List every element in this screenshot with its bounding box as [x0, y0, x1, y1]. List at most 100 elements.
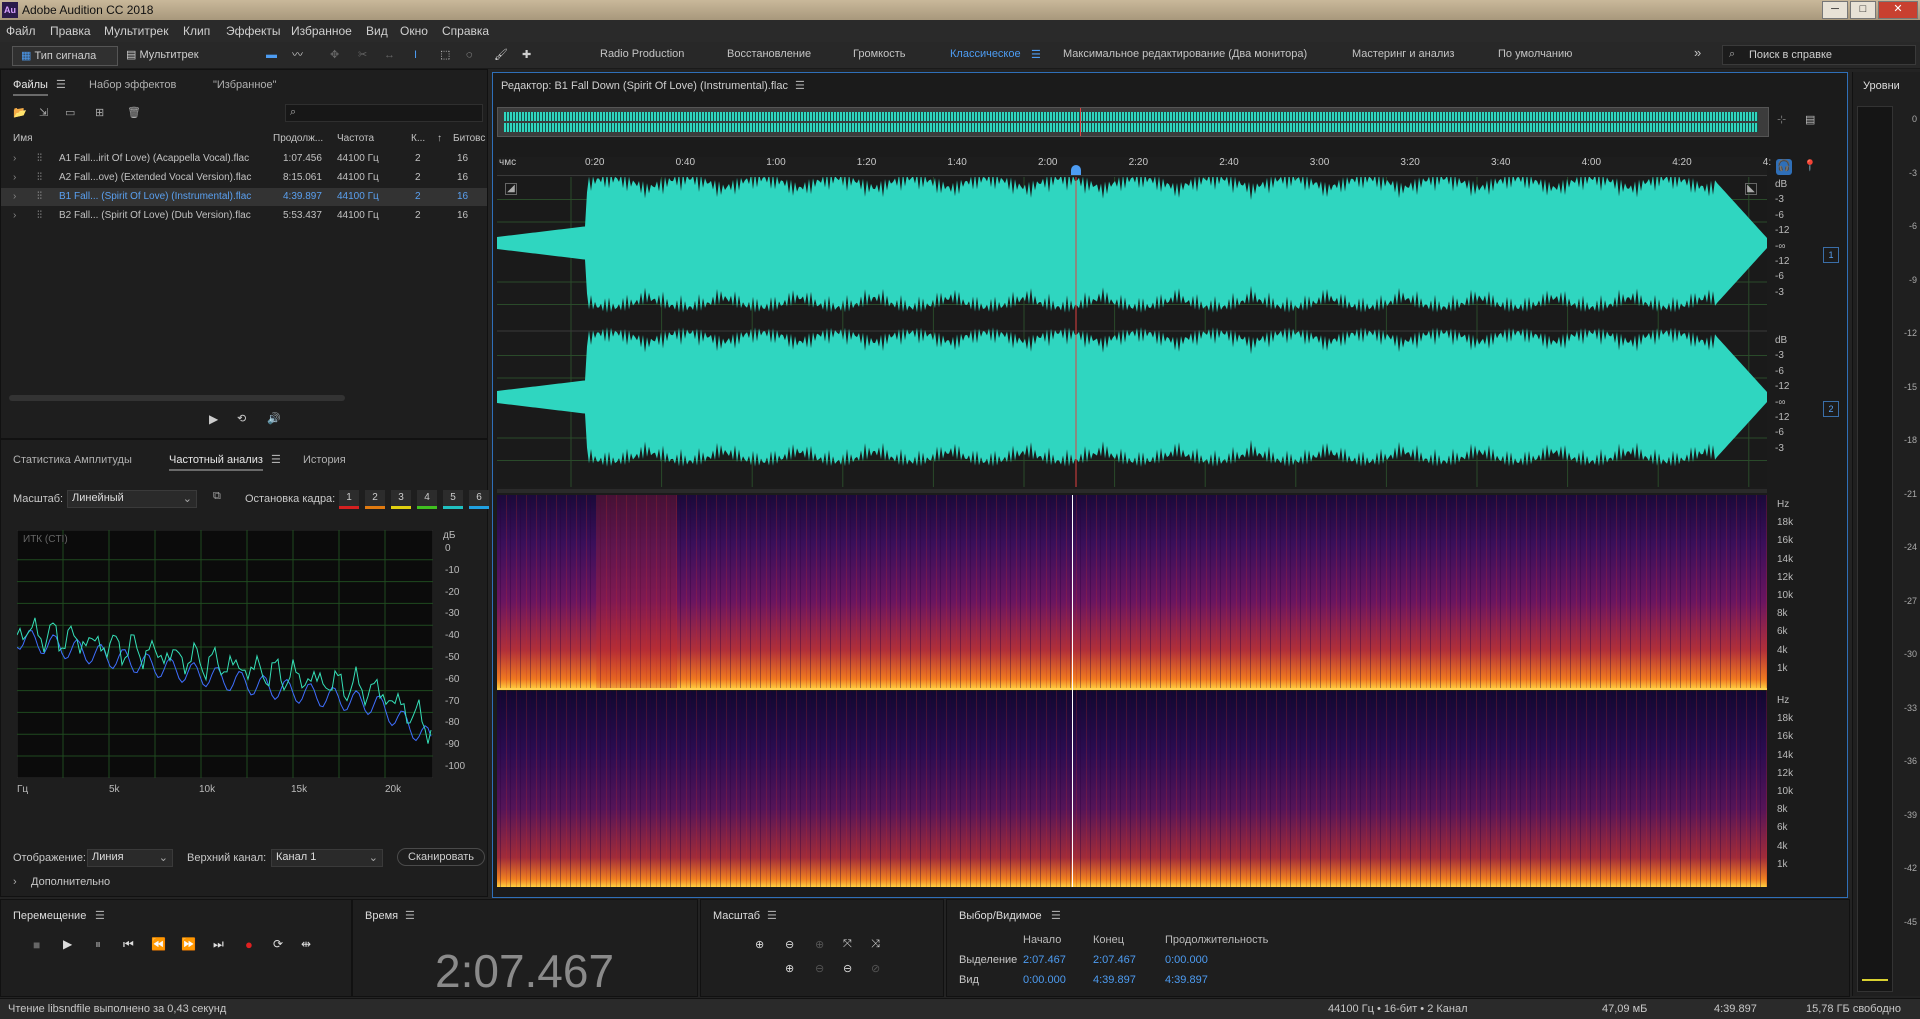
- zoom-out-full-icon[interactable]: ⤧: [843, 938, 852, 951]
- lasso-tool-icon[interactable]: ◌: [466, 46, 473, 64]
- zoom-fit-icon[interactable]: ⊹: [1777, 113, 1786, 126]
- more-workspaces-icon[interactable]: »: [1694, 45, 1701, 60]
- menu-multitrack[interactable]: Мультитрек: [104, 24, 168, 38]
- channel-badge-1[interactable]: 1: [1823, 247, 1839, 263]
- menu-view[interactable]: Вид: [366, 24, 388, 38]
- chevron-right-icon[interactable]: ›: [13, 876, 17, 888]
- playhead-handle[interactable]: [1071, 165, 1081, 175]
- menu-edit[interactable]: Правка: [50, 24, 91, 38]
- zoom-out-amplitude-icon[interactable]: ⊖: [785, 938, 794, 951]
- workspace-menu-icon[interactable]: ☰: [1031, 48, 1041, 61]
- razor-tool-icon[interactable]: ✂: [358, 46, 367, 64]
- col-rate[interactable]: Частота: [337, 133, 374, 144]
- skip-to-start-icon[interactable]: ⏮: [123, 937, 134, 952]
- workspace-mastering[interactable]: Мастеринг и анализ: [1352, 48, 1454, 60]
- advanced-toggle[interactable]: Дополнительно: [31, 876, 110, 888]
- view-start[interactable]: 0:00.000: [1023, 974, 1066, 986]
- headphones-icon[interactable]: 🎧: [1776, 159, 1792, 175]
- multitrack-view-button[interactable]: ▤ Мультитрек: [126, 46, 216, 64]
- record-icon[interactable]: ●: [245, 937, 253, 952]
- help-search-input[interactable]: Поиск в справке: [1749, 49, 1832, 61]
- skip-to-end-icon[interactable]: ⏭: [213, 937, 224, 952]
- time-selection-tool-icon[interactable]: I: [414, 46, 417, 64]
- menu-help[interactable]: Справка: [442, 24, 489, 38]
- scan-button[interactable]: Сканировать: [397, 848, 485, 866]
- chevron-right-icon[interactable]: ›: [13, 191, 16, 202]
- fade-in-handle-icon[interactable]: ◢: [505, 183, 517, 195]
- table-row[interactable]: › ⫶⫶ B1 Fall... (Spirit Of Love) (Instrume…: [1, 188, 487, 206]
- selection-duration[interactable]: 0:00.000: [1165, 954, 1208, 966]
- fast-forward-icon[interactable]: ⏩: [181, 937, 196, 951]
- marker-pin-icon[interactable]: 📍: [1803, 159, 1817, 172]
- view-duration[interactable]: 4:39.897: [1165, 974, 1208, 986]
- zoom-out-frequency-icon[interactable]: ⊖: [815, 962, 824, 975]
- spot-healing-tool-icon[interactable]: ✚: [522, 46, 531, 64]
- menu-window[interactable]: Окно: [400, 24, 428, 38]
- help-search[interactable]: ⌕ Поиск в справке: [1722, 45, 1916, 65]
- maximize-button[interactable]: □: [1850, 1, 1876, 19]
- open-file-icon[interactable]: 📂: [13, 106, 27, 119]
- view-end[interactable]: 4:39.897: [1093, 974, 1136, 986]
- zoom-in-time-icon[interactable]: ⊕: [815, 938, 824, 951]
- waveform-display[interactable]: ◢ ◣: [497, 177, 1767, 487]
- freeze-button-4[interactable]: 4: [417, 490, 437, 509]
- editor-menu-icon[interactable]: ☰: [795, 79, 805, 92]
- marquee-tool-icon[interactable]: ⬚: [440, 46, 450, 64]
- workspace-default[interactable]: По умолчанию: [1498, 48, 1572, 60]
- workspace-classic[interactable]: Классическое: [950, 48, 1021, 60]
- tab-amplitude-stats[interactable]: Статистика Амплитуды: [13, 454, 132, 466]
- preview-play-icon[interactable]: ▶: [209, 412, 218, 426]
- zoom-selection-icon[interactable]: ⤨: [871, 938, 880, 951]
- table-row[interactable]: › ⫶⫶ B2 Fall... (Spirit Of Love) (Dub Vers…: [1, 207, 487, 225]
- import-file-icon[interactable]: ⇲: [39, 106, 48, 119]
- col-bits[interactable]: Битовс: [453, 133, 485, 144]
- channel-select[interactable]: Канал 1 ⌄: [271, 849, 383, 867]
- pause-icon[interactable]: ⏸: [95, 937, 101, 952]
- insert-multitrack-icon[interactable]: ⊞: [95, 106, 104, 119]
- chevron-right-icon[interactable]: ›: [13, 210, 16, 221]
- fade-out-handle-icon[interactable]: ◣: [1745, 183, 1757, 195]
- splitter[interactable]: [497, 489, 1767, 493]
- play-icon[interactable]: ▶: [63, 937, 72, 951]
- col-duration[interactable]: Продолж...: [273, 133, 323, 144]
- workspace-loudness[interactable]: Громкость: [853, 48, 905, 60]
- menu-clip[interactable]: Клип: [183, 24, 210, 38]
- zoom-reset-icon[interactable]: ⊘: [871, 962, 880, 975]
- zoom-out-time-icon[interactable]: ⊖: [843, 962, 852, 975]
- snapshot-icon[interactable]: ⧉: [213, 490, 221, 503]
- transport-menu-icon[interactable]: ☰: [95, 909, 105, 922]
- freeze-button-2[interactable]: 2: [365, 490, 385, 509]
- tab-files[interactable]: Файлы: [13, 79, 48, 96]
- spectral-frequency-icon[interactable]: ▬: [266, 46, 277, 64]
- tab-effects-rack[interactable]: Набор эффектов: [89, 79, 176, 91]
- menu-effects[interactable]: Эффекты: [226, 24, 281, 38]
- rewind-icon[interactable]: ⏪: [151, 937, 166, 951]
- sort-icon[interactable]: ↑: [437, 133, 442, 144]
- display-select[interactable]: Линия ⌄: [87, 849, 173, 867]
- channel-badge-2[interactable]: 2: [1823, 401, 1839, 417]
- selection-end[interactable]: 2:07.467: [1093, 954, 1136, 966]
- col-channels[interactable]: К...: [411, 133, 425, 144]
- workspace-radio-production[interactable]: Radio Production: [600, 48, 684, 60]
- zoom-in-frequency-icon[interactable]: ⊕: [785, 962, 794, 975]
- loop-icon[interactable]: ⟳: [273, 937, 283, 951]
- files-menu-icon[interactable]: ☰: [56, 78, 66, 91]
- new-file-icon[interactable]: ▭: [65, 106, 75, 119]
- table-row[interactable]: › ⫶⫶ A1 Fall...irit Of Love) (Acappella Vo…: [1, 150, 487, 168]
- chevron-right-icon[interactable]: ›: [13, 153, 16, 164]
- waveform-view-button[interactable]: ▦ Тип сигнала: [12, 46, 118, 66]
- menu-favorites[interactable]: Избранное: [291, 24, 352, 38]
- minimize-button[interactable]: ─: [1822, 1, 1848, 19]
- menu-file[interactable]: Файл: [6, 24, 36, 38]
- spectral-display[interactable]: [497, 495, 1767, 887]
- analysis-menu-icon[interactable]: ☰: [271, 453, 281, 466]
- tab-frequency-analysis[interactable]: Частотный анализ: [169, 454, 263, 471]
- freeze-button-3[interactable]: 3: [391, 490, 411, 509]
- table-row[interactable]: › ⫶⫶ A2 Fall...ove) (Extended Vocal Versio…: [1, 169, 487, 187]
- delete-file-icon[interactable]: 🗑: [127, 106, 141, 119]
- chevron-right-icon[interactable]: ›: [13, 172, 16, 183]
- close-button[interactable]: ✕: [1878, 1, 1918, 19]
- slip-tool-icon[interactable]: ↔: [384, 46, 395, 64]
- brush-tool-icon[interactable]: 🖌: [494, 46, 508, 64]
- files-scrollbar[interactable]: [9, 395, 345, 401]
